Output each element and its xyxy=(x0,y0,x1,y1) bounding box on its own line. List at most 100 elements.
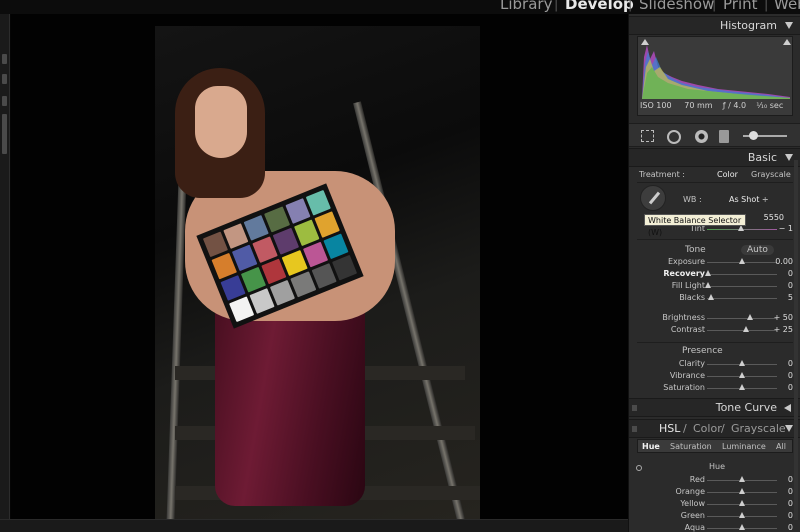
left-panel-tab[interactable] xyxy=(2,74,7,84)
slider-knob[interactable] xyxy=(739,372,745,378)
slider-track[interactable] xyxy=(707,298,777,299)
panel-switch-icon[interactable] xyxy=(632,405,637,411)
slider-knob[interactable] xyxy=(705,282,712,288)
collapse-triangle-icon[interactable] xyxy=(785,154,793,161)
treatment-color-option[interactable]: Color xyxy=(717,170,738,179)
slider-value[interactable]: 0 xyxy=(788,511,793,520)
tone-auto-button[interactable]: Auto xyxy=(741,245,774,255)
checker-patch xyxy=(331,254,358,281)
slider-track[interactable] xyxy=(707,330,777,331)
filmstrip-edge[interactable] xyxy=(0,519,628,532)
slider-value[interactable]: 0 xyxy=(788,281,793,290)
divider xyxy=(637,342,793,343)
slider-knob[interactable] xyxy=(747,314,754,320)
saturation-tab[interactable]: Saturation xyxy=(670,442,712,451)
color-tab[interactable]: Color xyxy=(693,422,722,435)
panel-scrollbar[interactable] xyxy=(794,160,798,520)
module-print[interactable]: Print xyxy=(723,0,758,13)
luminance-tab[interactable]: Luminance xyxy=(722,442,766,451)
slider-track[interactable] xyxy=(707,286,777,287)
checker-patch xyxy=(302,241,328,268)
collapse-triangle-icon[interactable] xyxy=(785,425,793,432)
adjustment-brush-icon[interactable] xyxy=(743,131,787,140)
slider-value[interactable]: 0 xyxy=(788,475,793,484)
slider-value[interactable]: 5 xyxy=(788,293,793,302)
slider-knob[interactable] xyxy=(739,488,745,494)
slider-value[interactable]: 0 xyxy=(788,359,793,368)
wb-dropdown[interactable]: As Shot ÷ xyxy=(729,195,769,204)
slider-value[interactable]: 0 xyxy=(788,269,793,278)
white-balance-dropper-icon[interactable] xyxy=(640,185,666,211)
hue-tab[interactable]: Hue xyxy=(642,442,660,451)
slider-track[interactable] xyxy=(707,318,777,319)
slider-value[interactable]: 0 xyxy=(788,487,793,496)
slider-knob[interactable] xyxy=(739,476,745,482)
slider-row: Fill Light 0 xyxy=(629,280,800,292)
image-canvas[interactable] xyxy=(11,14,628,521)
temp-value[interactable]: 5550 xyxy=(764,213,784,222)
histogram-header[interactable]: Histogram xyxy=(629,16,800,35)
develop-right-panel: Histogram ISO 100 70 mm ƒ / 4.0 ¹⁄₁₀ sec… xyxy=(628,14,800,532)
slider-label: Clarity xyxy=(678,359,705,368)
collapse-triangle-icon[interactable] xyxy=(785,22,793,29)
slider-knob[interactable] xyxy=(739,512,745,518)
tone-curve-header[interactable]: Tone Curve xyxy=(629,398,800,417)
slider-knob[interactable] xyxy=(739,384,745,390)
left-panel-tab[interactable] xyxy=(2,96,7,106)
slider-row: Contrast + 25 xyxy=(629,324,800,336)
slider-value[interactable]: 0 xyxy=(788,371,793,380)
left-panel-tab[interactable] xyxy=(2,54,7,64)
expand-triangle-icon[interactable] xyxy=(784,404,791,412)
spot-removal-icon[interactable] xyxy=(667,130,681,144)
crop-overlay-icon[interactable] xyxy=(641,130,654,142)
slider-row: Orange 0 xyxy=(629,486,800,498)
checker-patch xyxy=(223,223,249,250)
slider-track[interactable] xyxy=(707,274,777,275)
shutter-speed: ¹⁄₁₀ sec xyxy=(756,101,784,110)
checker-patch xyxy=(264,206,290,233)
slider-value[interactable]: 0 xyxy=(788,499,793,508)
histogram-graph[interactable]: ISO 100 70 mm ƒ / 4.0 ¹⁄₁₀ sec xyxy=(637,36,793,116)
slider-value[interactable]: 0 xyxy=(788,523,793,532)
checker-patch xyxy=(243,214,270,241)
left-panel-collapsed[interactable] xyxy=(0,14,10,532)
module-library[interactable]: Library xyxy=(500,0,552,13)
left-panel-scrollbar[interactable] xyxy=(2,114,7,154)
all-tab[interactable]: All xyxy=(776,442,786,451)
checker-patch xyxy=(311,262,337,289)
checker-patch xyxy=(249,287,275,314)
graduated-filter-icon[interactable] xyxy=(719,130,729,143)
slider-label: Aqua xyxy=(684,523,705,532)
checker-patch xyxy=(314,211,340,238)
hsl-header[interactable]: HSL / Color / Grayscale xyxy=(629,419,800,438)
slider-value[interactable]: + 50 xyxy=(774,313,793,322)
photo-rail xyxy=(166,145,188,521)
tint-value[interactable]: − 1 xyxy=(779,224,793,233)
module-slideshow[interactable]: Slideshow xyxy=(639,0,714,13)
slider-knob[interactable] xyxy=(739,524,745,530)
module-web[interactable]: Web xyxy=(774,0,800,13)
slider-knob[interactable] xyxy=(739,258,745,264)
grayscale-tab[interactable]: Grayscale xyxy=(731,422,786,435)
hsl-mode-tabs: Hue Saturation Luminance All xyxy=(637,439,793,453)
basic-header[interactable]: Basic xyxy=(629,148,800,167)
slider-value[interactable]: + 25 xyxy=(774,325,793,334)
tone-curve-title: Tone Curve xyxy=(715,401,777,414)
slider-knob[interactable] xyxy=(743,326,750,332)
hsl-separator: / xyxy=(683,422,687,435)
hsl-tab[interactable]: HSL xyxy=(659,422,680,435)
slider-knob[interactable] xyxy=(739,360,745,366)
slider-knob[interactable] xyxy=(707,294,714,300)
slider-value[interactable]: 0.00 xyxy=(775,257,793,266)
slider-knob[interactable] xyxy=(739,500,745,506)
slider-knob[interactable] xyxy=(705,270,712,276)
slider-label: Orange xyxy=(675,487,705,496)
treatment-grayscale-option[interactable]: Grayscale xyxy=(751,170,791,179)
photo-preview[interactable] xyxy=(155,26,480,521)
target-adjust-icon[interactable] xyxy=(636,465,642,471)
slider-value[interactable]: 0 xyxy=(788,383,793,392)
module-develop[interactable]: Develop xyxy=(565,0,634,13)
slider-label: Vibrance xyxy=(669,371,705,380)
red-eye-icon[interactable] xyxy=(695,130,708,143)
panel-switch-icon[interactable] xyxy=(632,426,637,432)
